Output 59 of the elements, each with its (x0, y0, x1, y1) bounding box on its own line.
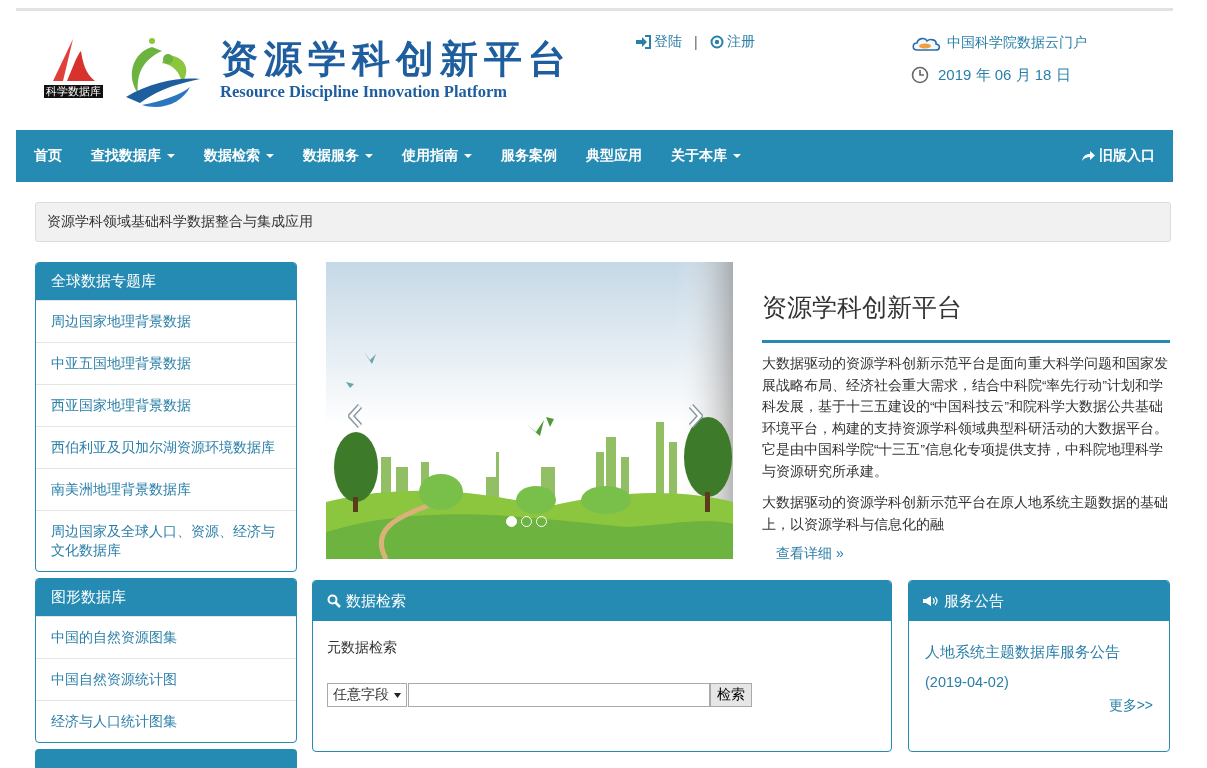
search-subtitle: 元数据检索 (327, 639, 398, 657)
notice-link[interactable]: 人地系统主题数据库服务公告(2019-04-02) (925, 637, 1153, 697)
nav-item[interactable]: 查找数据库 (91, 147, 175, 165)
share-arrow-icon (1081, 150, 1095, 162)
intro-paragraph: 大数据驱动的资源学科创新示范平台是面向重大科学问题和国家发展战略布局、经济社会重大需求，结合中科院“率先行动”计划和学科发展，基于十三五建设的“中国科技云”和院科学大数据公共基础环境平台，构建的支持资源学科领域典型科研活动的大数据平台。它是由中国科学院“十三五”信息化专项提供支持，中科院地理科学与资源研究所承建。 (762, 355, 1169, 481)
separator: | (694, 34, 698, 50)
nav-item[interactable]: 数据服务 (303, 147, 373, 165)
ring-icon (709, 35, 724, 49)
panel-title: 服务公告 (944, 591, 1004, 611)
speaker-icon (923, 595, 939, 607)
intro-title: 资源学科创新平台 (762, 291, 1170, 343)
login-icon (636, 35, 651, 49)
sidebar-item[interactable]: 周边国家地理背景数据 (36, 300, 296, 342)
cloud-icon (911, 35, 941, 51)
sidebar-item[interactable]: 中亚五国地理背景数据 (36, 342, 296, 384)
caret-icon (733, 154, 741, 158)
nav-item[interactable]: 服务案例 (501, 147, 557, 165)
site-title: 资源学科创新平台 (220, 37, 572, 81)
sidebar-item[interactable]: 周边国家及全球人口、资源、经济与文化数据库 (36, 510, 296, 571)
more-link[interactable]: 更多>> (1108, 697, 1153, 715)
legacy-link[interactable]: 旧版入口 (1081, 147, 1155, 165)
caret-icon (167, 154, 175, 158)
sidebar-item[interactable]: 西伯利亚及贝加尔湖资源环境数据库 (36, 426, 296, 468)
caret-icon (365, 154, 373, 158)
previous-slide-button[interactable] (346, 402, 364, 430)
chevron-right-icon (689, 404, 703, 428)
intro-paragraph: 大数据驱动的资源学科创新示范平台在原人地系统主题数据的基础上，以资源学科与信息化的融 (762, 494, 1169, 534)
portal-link[interactable]: 中国科学院数据云门户 (911, 33, 1173, 53)
nav-item[interactable]: 典型应用 (586, 147, 642, 165)
next-slide-button[interactable] (687, 402, 705, 430)
breadcrumb-text: 资源学科领域基础科学数据整合与集成应用 (47, 213, 313, 231)
sidebar-item[interactable]: 南美洲地理背景数据库 (36, 468, 296, 510)
nav-item[interactable]: 关于本库 (671, 147, 741, 165)
search-input[interactable] (408, 683, 710, 707)
sidebar-item[interactable]: 中国自然资源统计图 (36, 658, 296, 700)
logo-label: 科学数据库 (43, 85, 103, 98)
register-link[interactable]: 注册 (709, 33, 755, 51)
caret-icon (394, 692, 401, 698)
login-link[interactable]: 登陆 (636, 33, 682, 51)
details-link[interactable]: 查看详细 » (776, 545, 844, 563)
site-subtitle: Resource Discipline Innovation Platform (220, 82, 509, 102)
panel-title: 全球数据专题库 (36, 263, 296, 300)
nav-item[interactable]: 使用指南 (402, 147, 472, 165)
panel-title: 图形数据库 (36, 579, 296, 616)
date-text: 2019 年 06 月 18 日 (938, 65, 1071, 85)
chevron-left-icon (348, 404, 362, 428)
search-icon (327, 594, 341, 608)
field-dropdown[interactable]: 任意字段 (327, 683, 407, 707)
sidebar-item[interactable]: 中国的自然资源图集 (36, 616, 296, 658)
search-button[interactable]: 检索 (710, 683, 752, 707)
clock-icon (911, 66, 929, 84)
nav-item[interactable]: 数据检索 (204, 147, 274, 165)
caret-icon (266, 154, 274, 158)
nav-item[interactable]: 首页 (34, 147, 62, 165)
panel-title: 数据检索 (346, 591, 406, 611)
sidebar-item[interactable]: 西亚国家地理背景数据 (36, 384, 296, 426)
sidebar-item[interactable]: 经济与人口统计图集 (36, 700, 296, 742)
slide-indicator[interactable] (506, 516, 517, 527)
caret-icon (464, 154, 472, 158)
